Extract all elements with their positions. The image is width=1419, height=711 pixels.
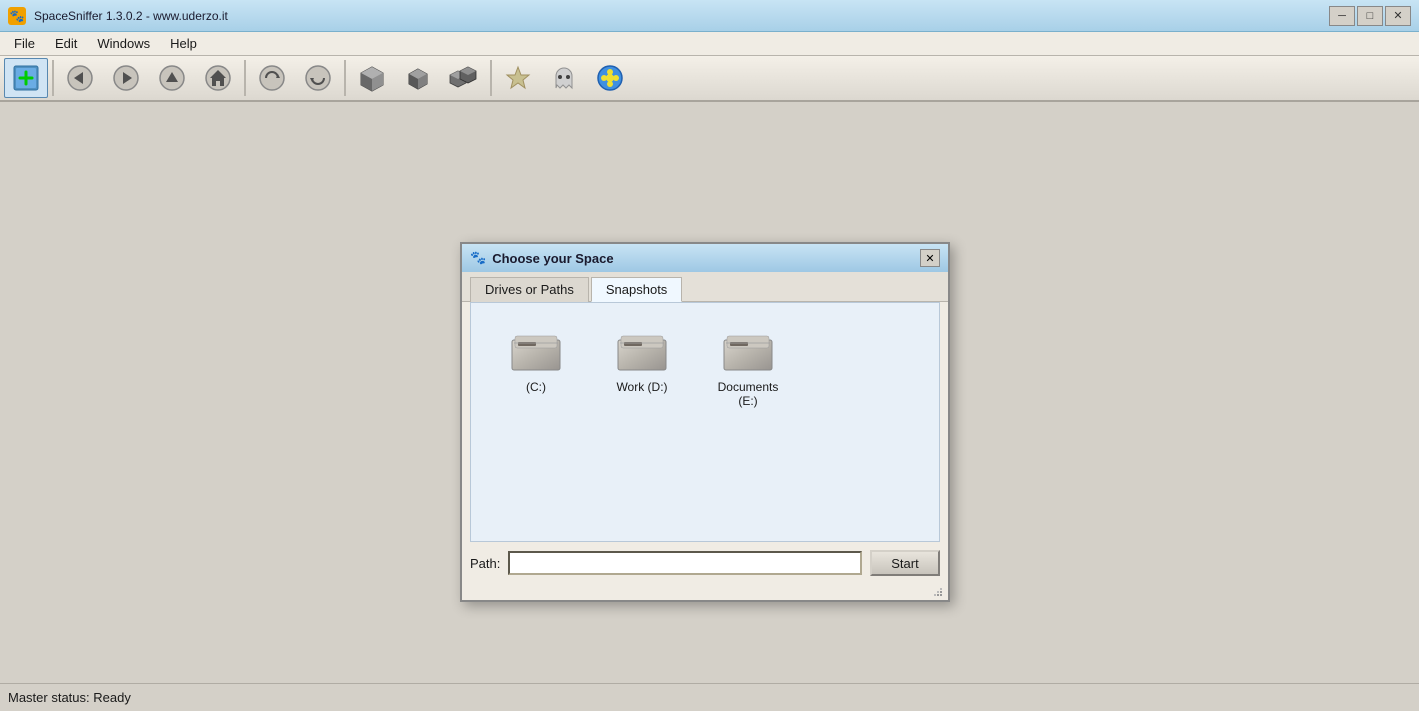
drive-d-item[interactable]: Work (D:) bbox=[597, 323, 687, 415]
restore-btn[interactable]: □ bbox=[1357, 6, 1383, 26]
dialog-title-icon: 🐾 bbox=[470, 250, 486, 266]
dialog-content-area: (C:) bbox=[470, 302, 940, 542]
menu-windows[interactable]: Windows bbox=[87, 34, 160, 53]
new-tab-button[interactable] bbox=[4, 58, 48, 98]
box1-button[interactable] bbox=[350, 58, 394, 98]
dialog-overlay: 🐾 Choose your Space ✕ Drives or Paths Sn… bbox=[0, 102, 1419, 683]
refresh-icon bbox=[258, 64, 286, 92]
dialog-title-left: 🐾 Choose your Space bbox=[470, 250, 614, 266]
choose-space-dialog: 🐾 Choose your Space ✕ Drives or Paths Sn… bbox=[460, 242, 950, 602]
sep1 bbox=[52, 60, 54, 96]
minimize-btn[interactable]: ─ bbox=[1329, 6, 1355, 26]
box2-button[interactable] bbox=[396, 58, 440, 98]
star-button[interactable] bbox=[496, 58, 540, 98]
drive-d-label: Work (D:) bbox=[616, 380, 667, 394]
up-button[interactable] bbox=[150, 58, 194, 98]
up-icon bbox=[158, 64, 186, 92]
ghost-button[interactable] bbox=[542, 58, 586, 98]
refresh2-button[interactable] bbox=[296, 58, 340, 98]
refresh2-icon bbox=[304, 64, 332, 92]
title-bar-controls: ─ □ ✕ bbox=[1329, 6, 1411, 26]
star-icon bbox=[504, 64, 532, 92]
tab-snapshots[interactable]: Snapshots bbox=[591, 277, 682, 302]
menu-file[interactable]: File bbox=[4, 34, 45, 53]
box2-icon bbox=[403, 63, 433, 93]
dialog-title-bar: 🐾 Choose your Space ✕ bbox=[462, 244, 948, 272]
back-button[interactable] bbox=[58, 58, 102, 98]
forward-icon bbox=[112, 64, 140, 92]
menu-edit[interactable]: Edit bbox=[45, 34, 87, 53]
app-title: SpaceSniffer 1.3.0.2 - www.uderzo.it bbox=[34, 9, 228, 23]
drive-c-item[interactable]: (C:) bbox=[491, 323, 581, 415]
start-button[interactable]: Start bbox=[870, 550, 940, 576]
tab-drives[interactable]: Drives or Paths bbox=[470, 277, 589, 302]
dialog-footer: Path: Start bbox=[462, 542, 948, 584]
sep4 bbox=[490, 60, 492, 96]
refresh-button[interactable] bbox=[250, 58, 294, 98]
title-bar: 🐾 SpaceSniffer 1.3.0.2 - www.uderzo.it ─… bbox=[0, 0, 1419, 32]
drive-c-icon bbox=[510, 330, 562, 374]
forward-button[interactable] bbox=[104, 58, 148, 98]
dialog-tabs: Drives or Paths Snapshots bbox=[462, 272, 948, 302]
toolbar bbox=[0, 56, 1419, 102]
boxes-icon bbox=[448, 63, 480, 93]
main-area: 🐾 Choose your Space ✕ Drives or Paths Sn… bbox=[0, 102, 1419, 683]
drive-d-icon bbox=[616, 330, 668, 374]
boxes-button[interactable] bbox=[442, 58, 486, 98]
ghost-icon bbox=[550, 64, 578, 92]
dialog-close-button[interactable]: ✕ bbox=[920, 249, 940, 267]
menu-help[interactable]: Help bbox=[160, 34, 207, 53]
close-btn[interactable]: ✕ bbox=[1385, 6, 1411, 26]
menu-bar: File Edit Windows Help bbox=[0, 32, 1419, 56]
sep3 bbox=[344, 60, 346, 96]
status-bar: Master status: Ready bbox=[0, 683, 1419, 711]
resize-grip-icon bbox=[932, 586, 944, 598]
path-input[interactable] bbox=[508, 551, 862, 575]
box1-icon bbox=[357, 63, 387, 93]
home-button[interactable] bbox=[196, 58, 240, 98]
dialog-title-text: Choose your Space bbox=[492, 251, 613, 266]
flower-button[interactable] bbox=[588, 58, 632, 98]
resize-grip[interactable] bbox=[462, 584, 948, 600]
new-tab-icon bbox=[11, 63, 41, 93]
drive-e-item[interactable]: Documents (E:) bbox=[703, 323, 793, 415]
drive-e-icon bbox=[722, 330, 774, 374]
back-icon bbox=[66, 64, 94, 92]
drive-c-label: (C:) bbox=[526, 380, 546, 394]
home-icon bbox=[204, 64, 232, 92]
title-bar-left: 🐾 SpaceSniffer 1.3.0.2 - www.uderzo.it bbox=[8, 7, 228, 25]
app-icon: 🐾 bbox=[8, 7, 26, 25]
status-text: Master status: Ready bbox=[8, 690, 131, 705]
flower-icon bbox=[596, 64, 624, 92]
drive-e-label: Documents (E:) bbox=[710, 380, 786, 408]
sep2 bbox=[244, 60, 246, 96]
path-label: Path: bbox=[470, 556, 500, 571]
